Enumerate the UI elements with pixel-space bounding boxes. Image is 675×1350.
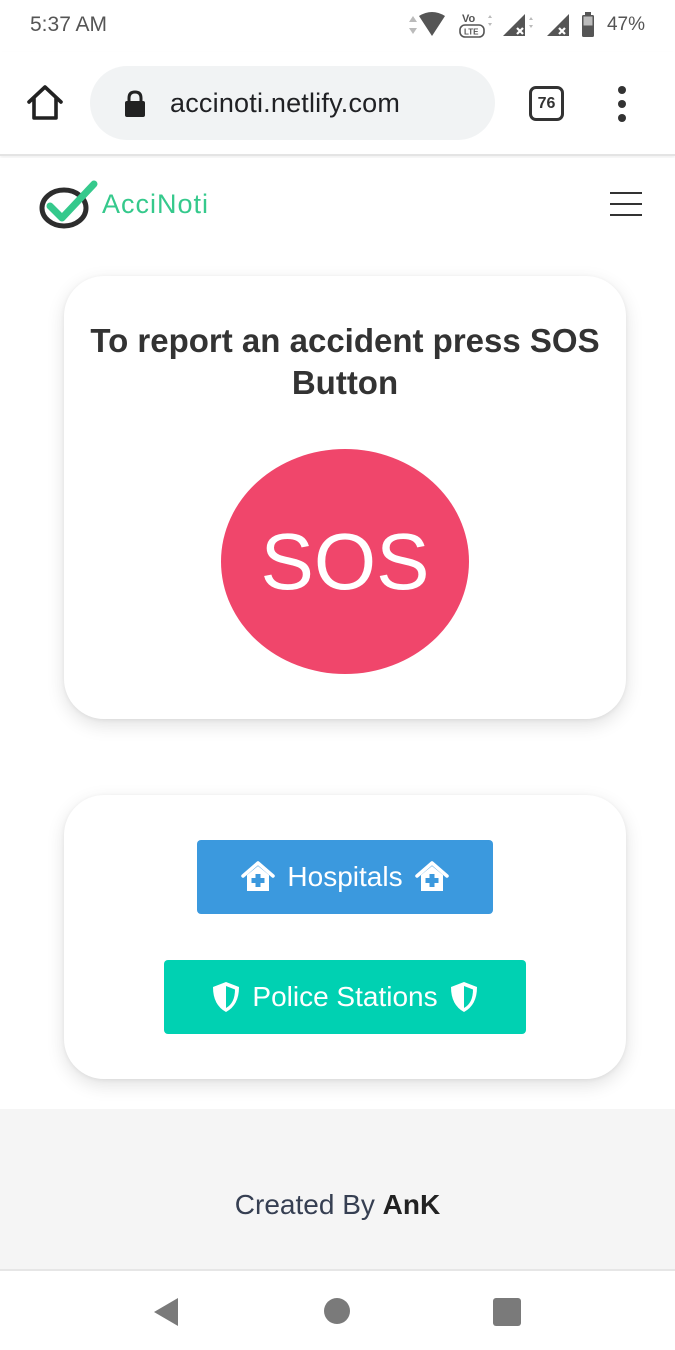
hospital-house-icon <box>241 861 276 891</box>
home-icon <box>27 85 63 120</box>
site-header: AcciNoti <box>0 158 675 253</box>
recent-apps-square-icon[interactable] <box>493 1298 521 1326</box>
footer-credit: Created By AnK <box>0 1189 675 1221</box>
battery-percent: 47% <box>606 14 645 35</box>
back-triangle-icon[interactable] <box>152 1297 180 1327</box>
lock-icon <box>125 90 145 117</box>
volte-icon: Vo LTE <box>459 13 492 38</box>
sos-button[interactable]: SOS <box>221 449 469 674</box>
svg-text:LTE: LTE <box>464 28 479 37</box>
status-icons: Vo LTE 47% <box>405 10 645 40</box>
logo-text: AcciNoti <box>102 188 210 219</box>
footer-created-by: Created By <box>234 1189 375 1220</box>
hospitals-label: Hospitals <box>287 861 403 892</box>
site-footer: Created By AnK <box>0 1109 675 1269</box>
hospitals-button[interactable]: Hospitals <box>197 840 493 914</box>
footer-author: AnK <box>382 1189 441 1220</box>
police-stations-label: Police Stations <box>252 981 438 1012</box>
wifi-icon <box>408 12 445 36</box>
svg-text:Vo: Vo <box>462 13 476 25</box>
services-card: Hospitals Police Stations <box>64 795 626 1079</box>
browser-toolbar: accinoti.netlify.com 76 <box>0 52 675 156</box>
hospital-house-icon <box>414 861 449 891</box>
site-logo[interactable]: AcciNoti <box>38 176 209 232</box>
shield-icon <box>450 982 477 1012</box>
signal-icon-1 <box>502 14 533 36</box>
battery-icon <box>581 12 594 37</box>
address-bar[interactable]: accinoti.netlify.com <box>90 66 495 140</box>
check-logo-icon <box>39 180 98 229</box>
police-stations-button[interactable]: Police Stations <box>164 960 526 1034</box>
browser-home-button[interactable] <box>24 82 66 124</box>
shield-icon <box>213 982 240 1012</box>
home-circle-icon[interactable] <box>324 1298 350 1324</box>
android-nav-bar <box>0 1269 675 1350</box>
sos-card: To report an accident press SOS Button S… <box>64 276 626 719</box>
tab-switcher-button[interactable]: 76 <box>529 86 564 121</box>
hamburger-icon[interactable] <box>610 192 642 216</box>
signal-icon-2 <box>546 14 569 36</box>
status-time: 5:37 AM <box>30 13 108 36</box>
url-text: accinoti.netlify.com <box>170 88 401 118</box>
status-bar: 5:37 AM Vo LTE 47% <box>0 0 675 52</box>
sos-instruction-title: To report an accident press SOS Button <box>90 322 600 401</box>
more-vert-icon[interactable] <box>612 86 632 122</box>
